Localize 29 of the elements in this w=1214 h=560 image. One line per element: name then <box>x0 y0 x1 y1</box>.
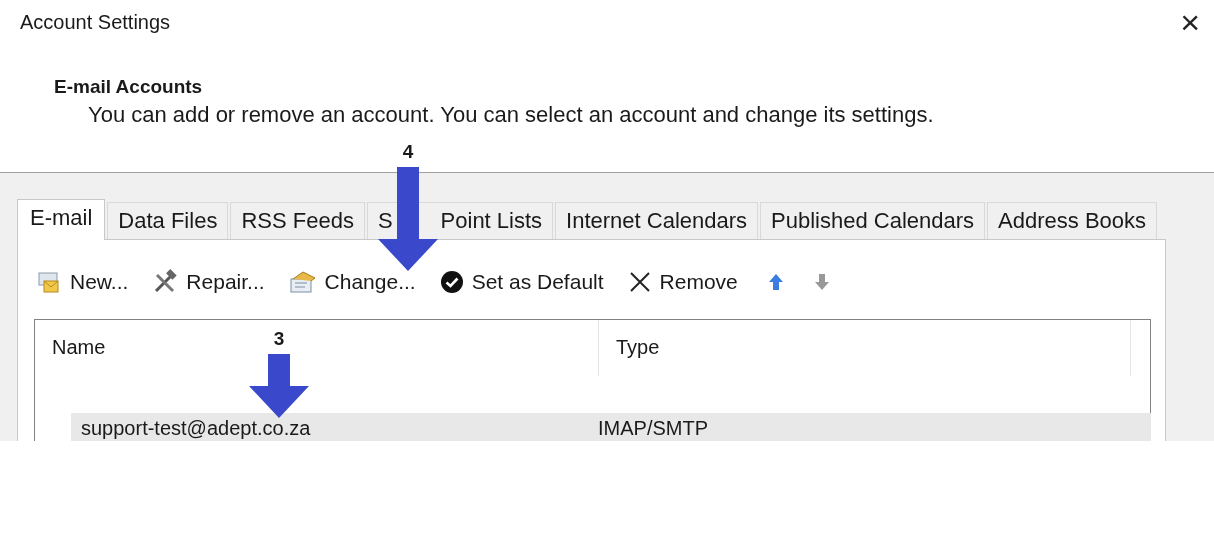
table-cell: IMAP/SMTP <box>598 416 708 440</box>
check-circle-icon <box>439 270 464 294</box>
toolbar-button[interactable]: Change... <box>286 267 418 297</box>
toolbar-button[interactable]: Repair... <box>150 267 267 297</box>
up-arrow-icon[interactable] <box>767 273 784 291</box>
window-title: Account Settings <box>20 10 171 34</box>
down-arrow-icon <box>247 354 311 418</box>
close-button[interactable]: × <box>1180 5 1200 39</box>
down-arrow-icon <box>376 167 440 271</box>
card-icon <box>288 269 317 295</box>
toolbar-button[interactable]: Set as Default <box>437 268 606 296</box>
column-header[interactable]: Type <box>599 320 1131 376</box>
toolbar-button[interactable]: New... <box>34 267 131 297</box>
tab[interactable]: Data Files <box>107 202 229 239</box>
tab[interactable]: E-mail <box>17 199 106 240</box>
section-description: You can add or remove an account. You can select an account and change its settings. <box>88 102 935 128</box>
envelope-icon <box>36 269 62 295</box>
tab[interactable]: Address Books <box>987 202 1158 239</box>
tools-icon <box>152 269 179 295</box>
step-number: 4 <box>402 141 414 163</box>
tab[interactable]: Internet Calendars <box>555 202 759 239</box>
tab[interactable]: Published Calendars <box>760 202 986 239</box>
table-cell-text: support-test@adept.co.za <box>80 416 312 440</box>
remove-icon <box>627 270 652 294</box>
section-heading: E-mail Accounts <box>54 76 204 98</box>
step-number: 3 <box>273 328 285 350</box>
tab[interactable]: RSS Feeds <box>230 202 365 239</box>
toolbar-button[interactable]: Remove <box>625 268 740 296</box>
account-row[interactable]: support-test@adept.co.za IMAP/SMTP <box>71 413 1151 441</box>
